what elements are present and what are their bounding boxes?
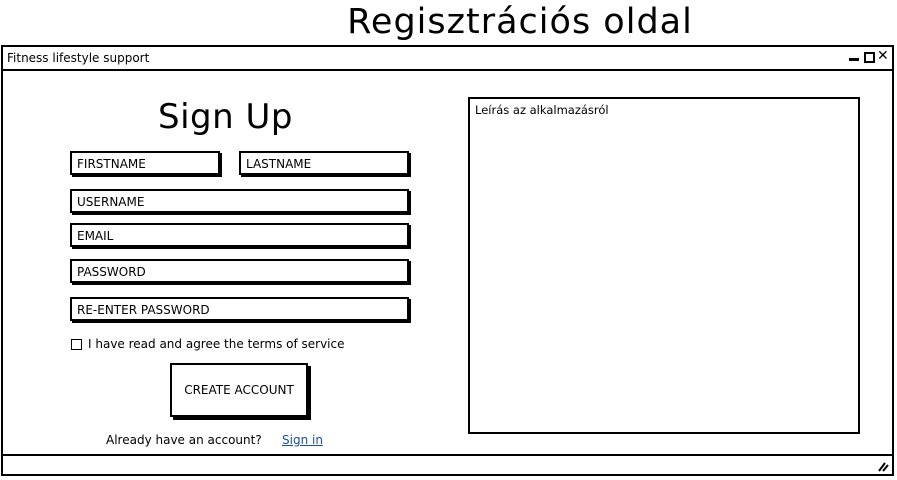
close-icon[interactable]: ✕ [877,49,889,63]
signup-title: Sign Up [158,97,293,137]
terms-row: I have read and agree the terms of servi… [71,337,345,351]
resize-grip-icon[interactable] [877,460,889,472]
reenter-password-input[interactable] [72,300,407,320]
description-panel: Leírás az alkalmazásról [468,97,860,434]
password-input[interactable] [72,262,407,282]
lastname-input[interactable] [241,154,407,174]
sign-in-link[interactable]: Sign in [282,433,323,447]
app-window: Fitness lifestyle support ✕ Sign Up I ha… [1,45,894,476]
window-statusbar [3,454,892,474]
lastname-field-box [239,151,409,175]
firstname-field-box [70,151,220,175]
window-controls: ✕ [849,49,889,63]
window-titlebar: Fitness lifestyle support ✕ [3,47,892,71]
create-account-button[interactable]: CREATE ACCOUNT [170,363,308,417]
reenter-password-field-box [70,297,409,321]
already-have-account-text: Already have an account? [106,433,262,447]
terms-label: I have read and agree the terms of servi… [88,337,345,351]
password-field-box [70,259,409,283]
minimize-icon[interactable] [849,49,860,63]
page-heading: Regisztrációs oldal [347,2,693,42]
firstname-input[interactable] [72,154,218,174]
email-field-box [70,223,409,247]
terms-checkbox[interactable] [71,338,82,350]
username-input[interactable] [72,192,407,212]
description-text: Leírás az alkalmazásról [475,103,609,117]
maximize-icon[interactable] [863,49,875,63]
username-field-box [70,189,409,213]
window-title: Fitness lifestyle support [7,51,150,65]
email-input[interactable] [72,226,407,246]
